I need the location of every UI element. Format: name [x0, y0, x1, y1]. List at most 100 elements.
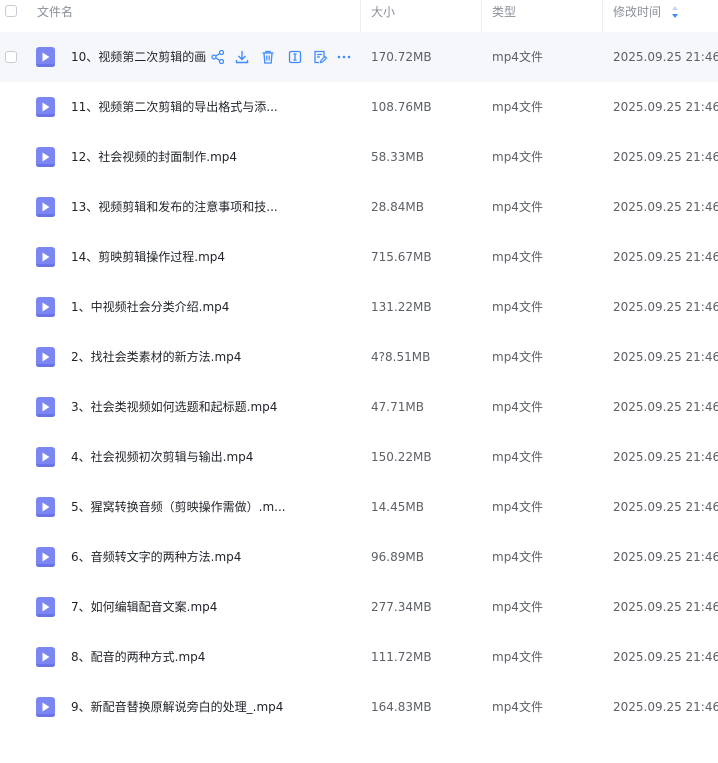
- file-row[interactable]: 7、如何编辑配音文案.mp4 277.34MB mp4文件 2025.09.25 21…: [0, 582, 718, 632]
- rename-icon[interactable]: [287, 49, 303, 65]
- file-row[interactable]: 3、社会类视频如何选题和起标题.mp4 47.71MB mp4文件 2025.09.2…: [0, 382, 718, 432]
- file-modified-time: 2025.09.25 21:46: [613, 400, 718, 414]
- file-modified-time: 2025.09.25 21:46: [613, 450, 718, 464]
- file-type: mp4文件: [492, 400, 543, 414]
- file-type: mp4文件: [492, 700, 543, 714]
- more-icon[interactable]: [336, 49, 352, 65]
- column-header-mtime[interactable]: 修改时间: [613, 0, 661, 32]
- file-size: 108.76MB: [371, 100, 432, 114]
- file-type: mp4文件: [492, 100, 543, 114]
- file-name[interactable]: 12、社会视频的封面制作.mp4: [71, 132, 301, 182]
- file-name[interactable]: 11、视频第二次剪辑的导出格式与添...: [71, 82, 301, 132]
- video-file-icon: [36, 697, 55, 717]
- video-file-icon: [36, 497, 55, 517]
- file-size: 715.67MB: [371, 250, 432, 264]
- column-divider[interactable]: [360, 0, 361, 32]
- file-size: 170.72MB: [371, 50, 432, 64]
- file-modified-time: 2025.09.25 21:46: [613, 650, 718, 664]
- file-modified-time: 2025.09.25 21:46: [613, 100, 718, 114]
- column-header-size[interactable]: 大小: [371, 0, 395, 32]
- file-modified-time: 2025.09.25 21:46: [613, 500, 718, 514]
- file-name[interactable]: 3、社会类视频如何选题和起标题.mp4: [71, 382, 301, 432]
- column-header-name[interactable]: 文件名: [37, 0, 73, 32]
- file-type: mp4文件: [492, 550, 543, 564]
- video-file-icon: [36, 447, 55, 467]
- file-row[interactable]: 9、新配音替换原解说旁白的处理_.mp4 164.83MB mp4文件 2025.09…: [0, 682, 718, 732]
- file-name[interactable]: 13、视频剪辑和发布的注意事项和技...: [71, 182, 301, 232]
- edit-icon[interactable]: [312, 49, 328, 65]
- file-list-header: 文件名 大小 类型 修改时间: [0, 0, 718, 33]
- file-modified-time: 2025.09.25 21:46: [613, 250, 718, 264]
- file-row[interactable]: 14、剪映剪辑操作过程.mp4 715.67MB mp4文件 2025.09.25 2…: [0, 232, 718, 282]
- video-file-icon: [36, 647, 55, 667]
- file-name[interactable]: 7、如何编辑配音文案.mp4: [71, 582, 301, 632]
- file-modified-time: 2025.09.25 21:46: [613, 350, 718, 364]
- file-row[interactable]: 4、社会视频初次剪辑与输出.mp4 150.22MB mp4文件 2025.09.25…: [0, 432, 718, 482]
- share-icon[interactable]: [210, 49, 226, 65]
- sort-descending-icon[interactable]: [672, 6, 678, 18]
- file-type: mp4文件: [492, 300, 543, 314]
- file-name[interactable]: 8、配音的两种方式.mp4: [71, 632, 301, 682]
- video-file-icon: [36, 47, 55, 67]
- file-size: 111.72MB: [371, 650, 432, 664]
- file-name[interactable]: 14、剪映剪辑操作过程.mp4: [71, 232, 301, 282]
- file-modified-time: 2025.09.25 21:46: [613, 600, 718, 614]
- column-divider[interactable]: [602, 0, 603, 32]
- video-file-icon: [36, 147, 55, 167]
- file-row[interactable]: 10、视频第二次剪辑的画 170.72MB mp4文件 2025.09.25 21:4…: [0, 32, 718, 82]
- file-size: 96.89MB: [371, 550, 424, 564]
- file-modified-time: 2025.09.25 21:46: [613, 700, 718, 714]
- video-file-icon: [36, 547, 55, 567]
- file-row[interactable]: 1、中视频社会分类介绍.mp4 131.22MB mp4文件 2025.09.25 2…: [0, 282, 718, 332]
- file-row[interactable]: 6、音频转文字的两种方法.mp4 96.89MB mp4文件 2025.09.25 2…: [0, 532, 718, 582]
- file-name[interactable]: 2、找社会类素材的新方法.mp4: [71, 332, 301, 382]
- file-size: 150.22MB: [371, 450, 432, 464]
- video-file-icon: [36, 397, 55, 417]
- file-modified-time: 2025.09.25 21:46: [613, 300, 718, 314]
- video-file-icon: [36, 197, 55, 217]
- file-name[interactable]: 4、社会视频初次剪辑与输出.mp4: [71, 432, 301, 482]
- file-row[interactable]: 8、配音的两种方式.mp4 111.72MB mp4文件 2025.09.25 21:…: [0, 632, 718, 682]
- file-size: 277.34MB: [371, 600, 432, 614]
- file-modified-time: 2025.09.25 21:46: [613, 550, 718, 564]
- row-checkbox[interactable]: [5, 51, 17, 63]
- file-list-page: 文件名 大小 类型 修改时间 10、视频第二次剪辑的画 170.72MB mp4文件…: [0, 0, 718, 763]
- file-modified-time: 2025.09.25 21:46: [613, 50, 718, 64]
- file-row[interactable]: 13、视频剪辑和发布的注意事项和技... 28.84MB mp4文件 2025.09.…: [0, 182, 718, 232]
- file-type: mp4文件: [492, 600, 543, 614]
- file-type: mp4文件: [492, 250, 543, 264]
- file-row[interactable]: 2、找社会类素材的新方法.mp4 4?8.51MB mp4文件 2025.09.25 …: [0, 332, 718, 382]
- video-file-icon: [36, 97, 55, 117]
- file-type: mp4文件: [492, 500, 543, 514]
- file-name[interactable]: 5、猩窝转换音频（剪映操作需做）.m...: [71, 482, 301, 532]
- file-modified-time: 2025.09.25 21:46: [613, 150, 718, 164]
- file-type: mp4文件: [492, 200, 543, 214]
- file-name[interactable]: 1、中视频社会分类介绍.mp4: [71, 282, 301, 332]
- file-row[interactable]: 11、视频第二次剪辑的导出格式与添... 108.76MB mp4文件 2025.09…: [0, 82, 718, 132]
- file-row[interactable]: 5、猩窝转换音频（剪映操作需做）.m... 14.45MB mp4文件 2025.09…: [0, 482, 718, 532]
- file-size: 4?8.51MB: [371, 350, 431, 364]
- file-type: mp4文件: [492, 650, 543, 664]
- file-size: 58.33MB: [371, 150, 424, 164]
- file-modified-time: 2025.09.25 21:46: [613, 200, 718, 214]
- delete-icon[interactable]: [260, 49, 276, 65]
- file-size: 28.84MB: [371, 200, 424, 214]
- select-all-checkbox[interactable]: [5, 5, 17, 17]
- file-row[interactable]: 12、社会视频的封面制作.mp4 58.33MB mp4文件 2025.09.25 2…: [0, 132, 718, 182]
- file-type: mp4文件: [492, 350, 543, 364]
- file-size: 47.71MB: [371, 400, 424, 414]
- download-icon[interactable]: [234, 49, 250, 65]
- column-divider[interactable]: [481, 0, 482, 32]
- file-type: mp4文件: [492, 450, 543, 464]
- file-size: 131.22MB: [371, 300, 432, 314]
- video-file-icon: [36, 597, 55, 617]
- file-name[interactable]: 6、音频转文字的两种方法.mp4: [71, 532, 301, 582]
- file-size: 14.45MB: [371, 500, 424, 514]
- file-size: 164.83MB: [371, 700, 432, 714]
- file-name[interactable]: 10、视频第二次剪辑的画: [71, 32, 207, 82]
- video-file-icon: [36, 297, 55, 317]
- file-type: mp4文件: [492, 50, 543, 64]
- video-file-icon: [36, 247, 55, 267]
- file-name[interactable]: 9、新配音替换原解说旁白的处理_.mp4: [71, 682, 301, 732]
- column-header-type[interactable]: 类型: [492, 0, 516, 32]
